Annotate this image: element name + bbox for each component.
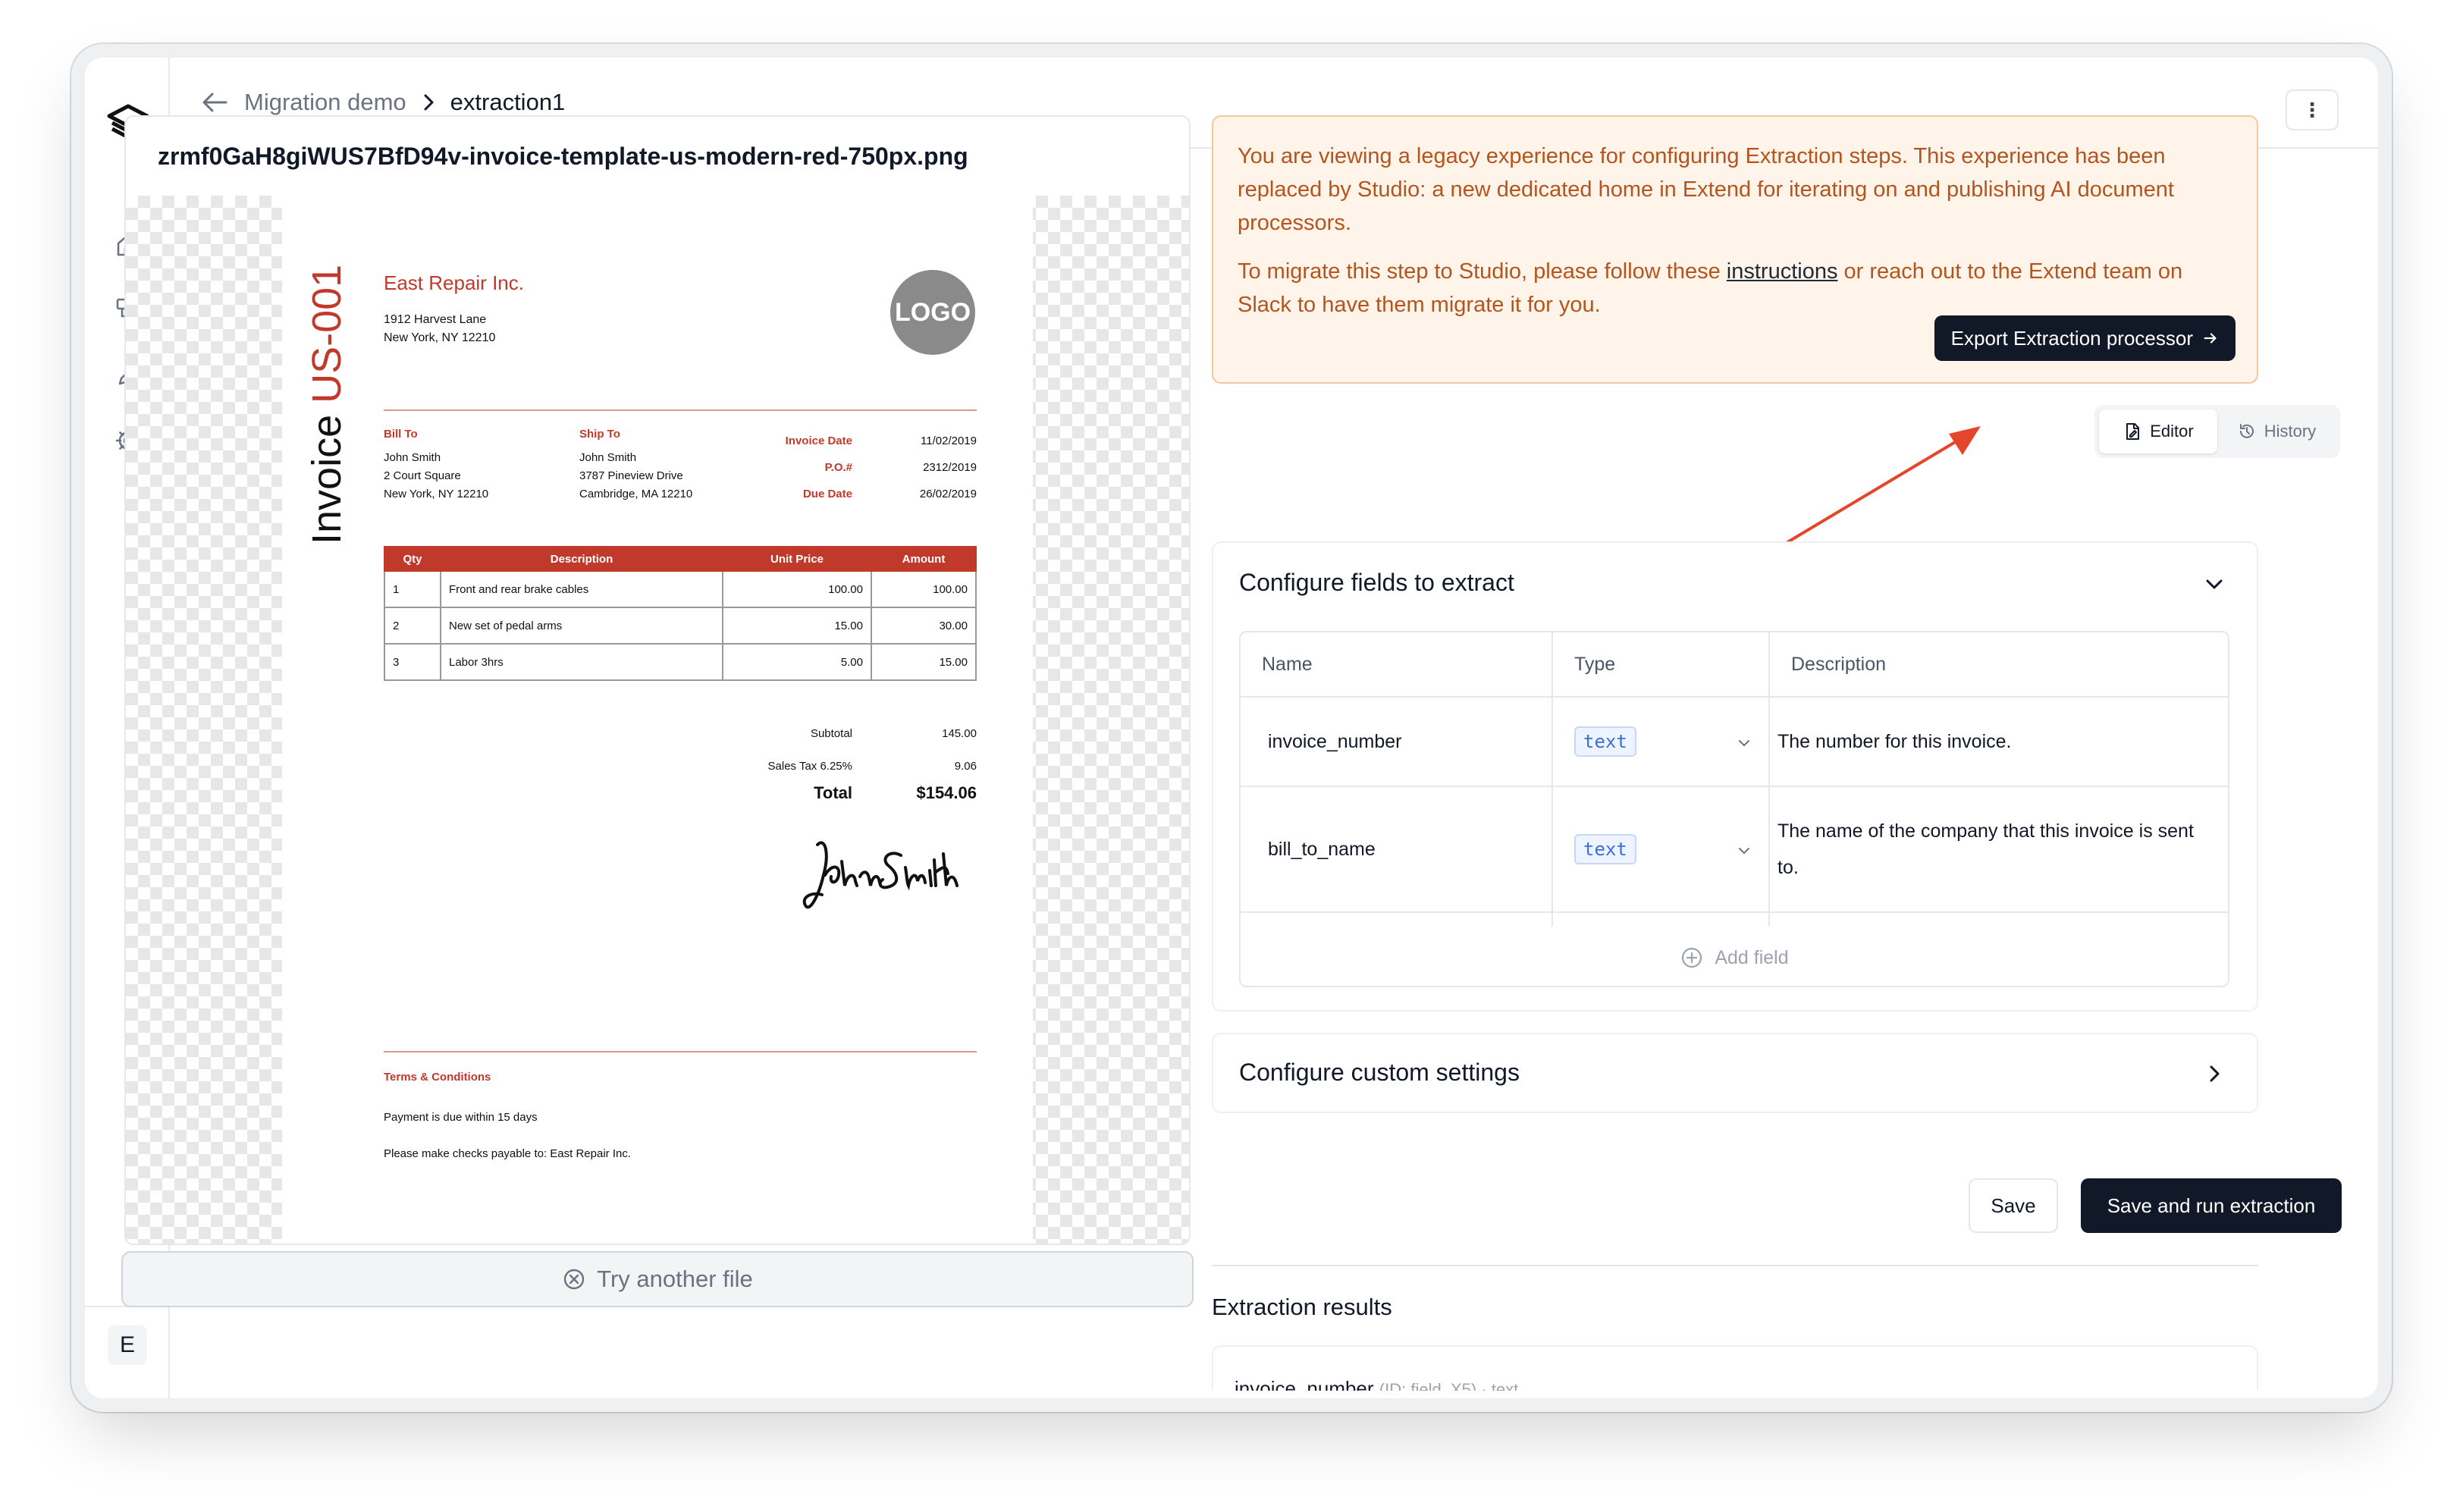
terms-label: Terms & Conditions xyxy=(384,1071,491,1084)
document-preview-panel: zrmf0GaH8giWUS7BfD94v-invoice-template-u… xyxy=(124,115,1191,1245)
column-name: Name xyxy=(1262,653,1313,675)
history-icon xyxy=(2239,424,2254,438)
extraction-results-card: invoice_number (ID: field_X5) · text xyxy=(1212,1345,2258,1391)
invoice-footer-divider xyxy=(384,1051,977,1052)
invoice-company: East Repair Inc. xyxy=(384,271,524,294)
export-extraction-processor-button[interactable]: Export Extraction processor xyxy=(1934,315,2236,361)
invoice-row: 3 Labor 3hrs 5.00 15.00 xyxy=(384,643,977,681)
terms-line: Please make checks payable to: East Repa… xyxy=(384,1147,632,1160)
column-divider xyxy=(1552,632,1553,927)
plus-circle-icon xyxy=(1682,947,1702,968)
invoice-row: 1 Front and rear brake cables 100.00 100.00 xyxy=(384,570,977,608)
save-and-run-button[interactable]: Save and run extraction xyxy=(2081,1178,2342,1233)
table-row: invoice_number text The number for this … xyxy=(1241,698,2228,787)
type-pill: text xyxy=(1574,726,1636,757)
custom-settings-card[interactable]: Configure custom settings xyxy=(1212,1033,2258,1113)
result-field-row: invoice_number (ID: field_X5) · text xyxy=(1235,1377,1519,1391)
user-avatar[interactable]: E xyxy=(108,1325,147,1365)
add-field-button[interactable]: Add field xyxy=(1241,927,2228,986)
column-description: Description xyxy=(1791,653,1887,675)
view-toggle: Editor History xyxy=(2094,405,2340,458)
signature-image xyxy=(802,841,959,909)
invoice-col-amount: Amount xyxy=(871,546,977,572)
column-type: Type xyxy=(1574,653,1616,675)
fields-table-header: Name Type Description xyxy=(1241,632,2228,698)
invoice-line-items: Qty Description Unit Price Amount 1 Front… xyxy=(384,546,977,681)
banner-message: You are viewing a legacy experience for … xyxy=(1238,144,2174,235)
field-type-select[interactable]: text xyxy=(1574,698,1636,786)
chevron-right-icon[interactable] xyxy=(2202,1062,2226,1086)
section-divider xyxy=(1212,1265,2258,1266)
bill-to-address: John Smith 2 Court Square New York, NY 122… xyxy=(384,451,489,500)
invoice-meta-labels: Invoice Date P.O.# Due Date xyxy=(785,434,852,500)
invoice-col-unit-price: Unit Price xyxy=(722,546,872,572)
invoice-col-description: Description xyxy=(440,546,723,572)
tab-editor[interactable]: Editor xyxy=(2099,409,2217,453)
try-another-file-button[interactable]: Try another file xyxy=(121,1251,1194,1307)
column-divider xyxy=(1768,632,1770,927)
field-type-select[interactable]: text xyxy=(1574,787,1636,911)
chevron-down-icon[interactable] xyxy=(1735,842,1753,860)
invoice-total-value: $154.06 xyxy=(916,783,977,802)
arrow-right-icon xyxy=(2204,333,2217,343)
save-button[interactable]: Save xyxy=(1969,1178,2058,1233)
invoice-logo: LOGO xyxy=(890,270,975,355)
instructions-link[interactable]: instructions xyxy=(1727,259,1838,284)
document-edit-icon xyxy=(2126,423,2140,440)
breadcrumb-current: extraction1 xyxy=(450,89,566,115)
extraction-results-title: Extraction results xyxy=(1212,1294,1392,1320)
chevron-down-icon[interactable] xyxy=(1735,734,1753,752)
more-options-button[interactable]: ⋮ xyxy=(2286,89,2339,130)
invoice-title: Invoice US-001 xyxy=(304,264,350,544)
banner-migrate-message: To migrate this step to Studio, please f… xyxy=(1238,259,2183,317)
invoice-meta-values: 11/02/2019 2312/2019 26/02/2019 xyxy=(919,434,977,500)
invoice-summary-values: 145.00 9.06 xyxy=(942,727,977,773)
close-circle-icon xyxy=(563,1269,585,1290)
field-name-input[interactable]: bill_to_name xyxy=(1268,787,1376,911)
fields-table: Name Type Description invoice_number tex… xyxy=(1239,631,2229,987)
invoice-divider xyxy=(384,409,977,411)
invoice-row: 2 New set of pedal arms 15.00 30.00 xyxy=(384,607,977,645)
legacy-warning-banner: You are viewing a legacy experience for … xyxy=(1212,115,2258,384)
type-pill: text xyxy=(1574,834,1636,864)
chevron-right-icon xyxy=(424,94,434,111)
configure-fields-title[interactable]: Configure fields to extract xyxy=(1239,569,1514,597)
invoice-total-label: Total xyxy=(814,783,852,802)
invoice-company-address: 1912 Harvest Lane New York, NY 12210 xyxy=(384,313,496,344)
configure-fields-card: Configure fields to extract Name Type De… xyxy=(1212,541,2258,1012)
field-description-input[interactable]: The name of the company that this invoic… xyxy=(1777,787,2202,911)
field-description-input[interactable]: The number for this invoice. xyxy=(1777,698,2217,786)
invoice-summary-labels: Subtotal Sales Tax 6.25% xyxy=(767,727,852,773)
ship-to-address: John Smith 3787 Pineview Drive Cambridge, … xyxy=(579,451,693,500)
custom-settings-title: Configure custom settings xyxy=(1239,1059,1520,1086)
invoice-image: Invoice US-001 East Repair Inc. 1912 Har… xyxy=(282,196,1033,1244)
ship-to-label: Ship To xyxy=(579,428,620,441)
invoice-col-qty: Qty xyxy=(384,546,441,572)
breadcrumb-parent[interactable]: Migration demo xyxy=(244,89,406,116)
document-filename: zrmf0GaH8giWUS7BfD94v-invoice-template-u… xyxy=(158,143,968,170)
field-name-input[interactable]: invoice_number xyxy=(1268,698,1402,786)
tab-history[interactable]: History xyxy=(2217,409,2336,453)
table-row: bill_to_name text The name of the compan… xyxy=(1241,787,2228,913)
bill-to-label: Bill To xyxy=(384,428,418,441)
chevron-down-icon[interactable] xyxy=(2202,572,2226,596)
transparent-background: Invoice US-001 East Repair Inc. 1912 Har… xyxy=(126,196,1189,1244)
terms-line: Payment is due within 15 days xyxy=(384,1111,538,1124)
